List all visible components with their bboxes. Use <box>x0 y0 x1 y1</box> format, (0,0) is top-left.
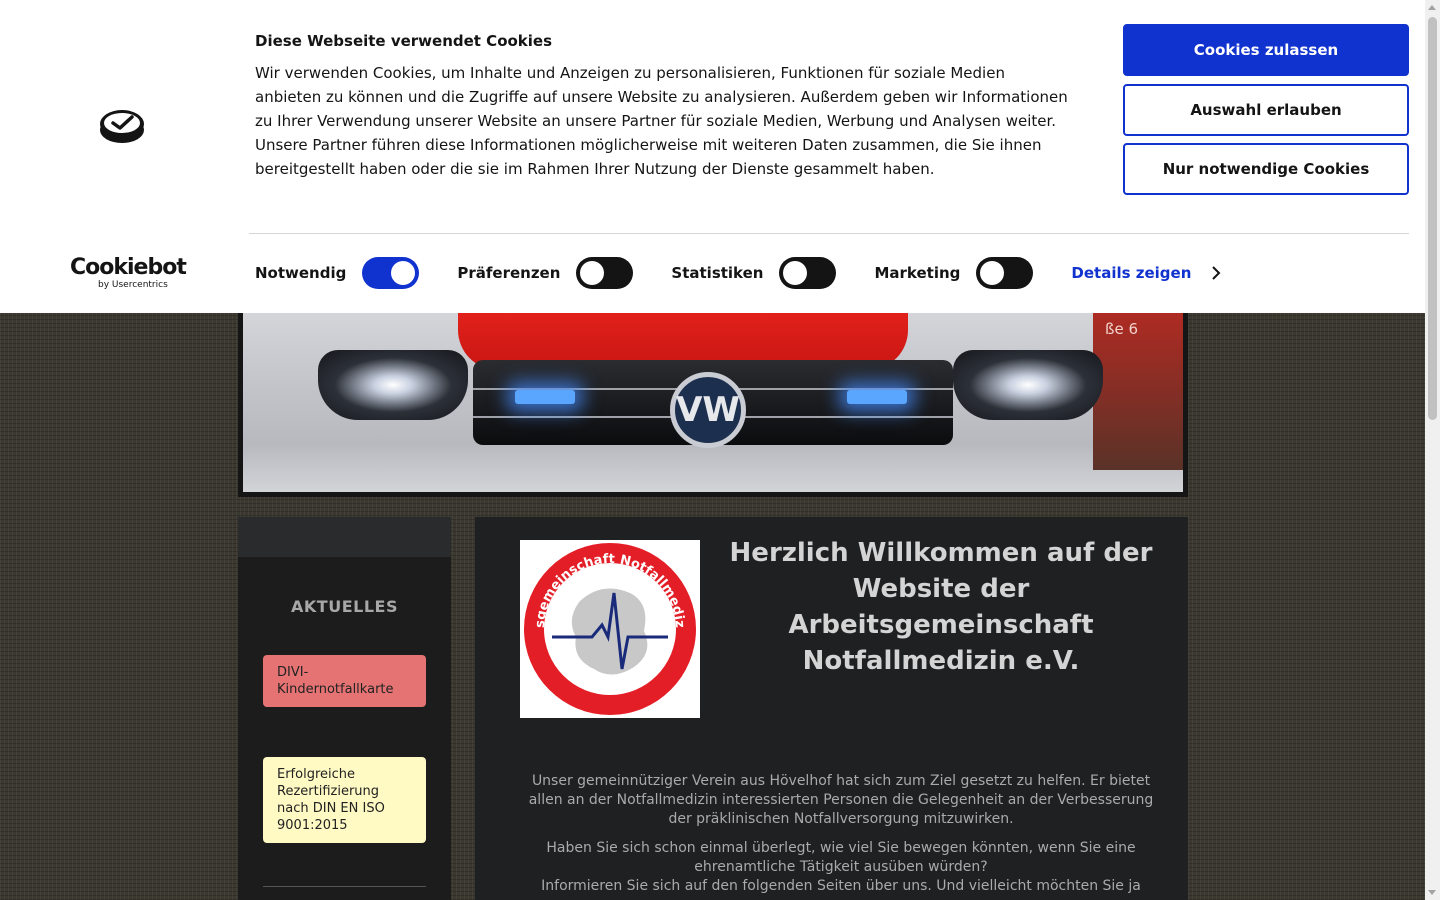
sidebar-divider <box>263 886 426 887</box>
hero-banner: ße 6 VW <box>238 300 1188 497</box>
toggle-label: Marketing <box>874 264 961 282</box>
cookiebot-brand-name: Cookiebot <box>70 255 187 280</box>
page-scrollbar[interactable] <box>1425 0 1440 900</box>
cookiebot-logo-icon <box>100 110 144 143</box>
show-details-link[interactable]: Details zeigen <box>1071 264 1223 282</box>
news-item-label: DIVI-Kindernotfallkarte <box>277 665 394 697</box>
cookiebot-brand: Cookiebot by Usercentrics <box>70 255 187 291</box>
main-content: Arbeitsgemeinschaft Notfallmedizin e.V. … <box>475 517 1188 900</box>
hero-sign-text: ße 6 <box>1105 320 1138 338</box>
cookie-category-toggles: Notwendig Präferenzen Statistiken Market… <box>255 257 1223 289</box>
toggle-knob <box>391 261 416 285</box>
allow-selection-button[interactable]: Auswahl erlauben <box>1123 84 1409 136</box>
hero-blue-light-right <box>847 390 907 404</box>
intro-line: Haben Sie sich schon einmal überlegt, wi… <box>546 840 1136 875</box>
intro-text: Unser gemeinnütziger Verein aus Hövelhof… <box>520 772 1162 896</box>
sidebar: AKTUELLES DIVI-Kindernotfallkarte Erfolg… <box>238 517 451 900</box>
organization-logo-icon: Arbeitsgemeinschaft Notfallmedizin e.V. … <box>522 541 696 715</box>
organization-logo: Arbeitsgemeinschaft Notfallmedizin e.V. … <box>520 540 700 718</box>
cookiebot-brand-sub: by Usercentrics <box>98 280 168 290</box>
hero-blue-light-left <box>515 390 575 404</box>
hero-headlight-right <box>953 350 1103 420</box>
chevron-right-icon <box>1212 266 1221 280</box>
news-item-divi[interactable]: DIVI-Kindernotfallkarte <box>263 655 426 707</box>
necessary-cookies-only-button[interactable]: Nur notwendige Cookies <box>1123 143 1409 195</box>
toggle-knob <box>580 261 605 285</box>
toggle-knob <box>783 261 808 285</box>
show-details-label: Details zeigen <box>1071 264 1192 282</box>
necessary-toggle[interactable] <box>362 257 420 289</box>
scroll-up-arrow-icon[interactable] <box>1428 5 1436 10</box>
page-title: Herzlich Willkommen auf der Website der … <box>729 538 1153 676</box>
hero-background-sign: ße 6 <box>1093 300 1183 470</box>
toggle-label: Notwendig <box>255 264 347 282</box>
toggle-knob <box>980 261 1005 285</box>
hero-vehicle-emblem: VW <box>670 372 746 448</box>
scrollbar-thumb[interactable] <box>1428 17 1437 420</box>
toggle-group-necessary: Notwendig <box>255 257 420 289</box>
news-item-iso[interactable]: Erfolgreiche Rezertifizierung nach DIN E… <box>263 757 426 843</box>
news-item-label: Erfolgreiche Rezertifizierung nach DIN E… <box>277 767 385 833</box>
cookie-banner-divider <box>249 233 1409 234</box>
statistics-toggle[interactable] <box>779 257 837 289</box>
intro-paragraph: Unser gemeinnütziger Verein aus Hövelhof… <box>528 773 1154 827</box>
toggle-group-marketing: Marketing <box>874 257 1034 289</box>
sidebar-title: AKTUELLES <box>291 597 398 616</box>
sidebar-header-bar <box>238 517 451 557</box>
preferences-toggle[interactable] <box>576 257 634 289</box>
allow-all-cookies-button[interactable]: Cookies zulassen <box>1123 24 1409 76</box>
toggle-label: Statistiken <box>671 264 764 282</box>
hero-image: ße 6 VW <box>243 300 1183 492</box>
cookie-consent-banner: Cookiebot by Usercentrics Diese Webseite… <box>0 0 1425 313</box>
toggle-group-statistics: Statistiken <box>671 257 837 289</box>
cookie-banner-heading: Diese Webseite verwendet Cookies <box>255 32 553 50</box>
marketing-toggle[interactable] <box>976 257 1034 289</box>
toggle-group-preferences: Präferenzen <box>457 257 634 289</box>
scroll-down-arrow-icon[interactable] <box>1428 890 1436 895</box>
hero-headlight-left <box>318 350 468 420</box>
cookie-banner-text: Wir verwenden Cookies, um Inhalte und An… <box>255 64 1068 178</box>
intro-paragraph: Haben Sie sich schon einmal überlegt, wi… <box>520 839 1162 896</box>
toggle-label: Präferenzen <box>457 264 561 282</box>
intro-line: Informieren Sie sich auf den folgenden S… <box>541 878 1141 894</box>
